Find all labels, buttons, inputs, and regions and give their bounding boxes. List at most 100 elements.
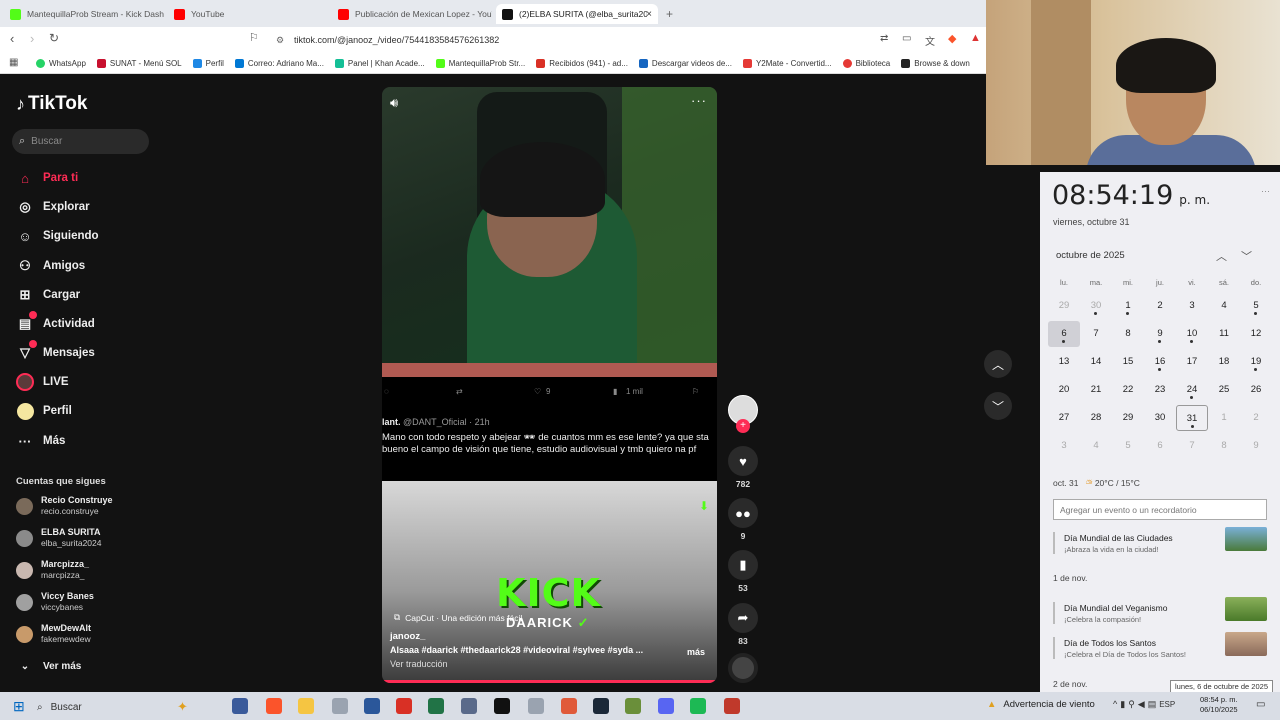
taskbar-weather[interactable]: ▲ Advertencia de viento bbox=[987, 699, 1095, 710]
bookmark-item[interactable]: WhatsApp bbox=[36, 58, 86, 68]
calendar-day[interactable]: 28 bbox=[1080, 405, 1112, 431]
chevron-up-icon[interactable]: ︿ bbox=[1216, 251, 1241, 263]
share-button[interactable]: ➦ 83 bbox=[728, 603, 758, 646]
followed-account[interactable]: Marcpizza_ marcpizza_ bbox=[16, 559, 89, 581]
bookmark-item[interactable]: Browse & down bbox=[901, 58, 970, 68]
bookmark-icon[interactable]: ⚐ bbox=[249, 31, 259, 44]
windows-start-icon[interactable]: ⊞ bbox=[13, 698, 25, 715]
browser-tab-active[interactable]: (2)ELBA SURITA (@elba_surita20 × bbox=[496, 4, 658, 24]
save-button[interactable]: ▮ 53 bbox=[728, 550, 758, 593]
bookmark-item[interactable]: SUNAT - Menú SOL bbox=[96, 58, 182, 68]
notifications-icon[interactable]: ▭ bbox=[1256, 699, 1265, 710]
volume-icon[interactable]: 🔊︎ bbox=[390, 95, 398, 111]
followed-account[interactable]: ELBA SURITA elba_surita2024 bbox=[16, 527, 102, 549]
calendar-day[interactable]: 6 bbox=[1144, 433, 1176, 459]
calendar-day[interactable]: 9 bbox=[1240, 433, 1272, 459]
video-progress-bar[interactable] bbox=[382, 680, 717, 683]
site-settings-icon[interactable]: ⚙ bbox=[276, 35, 284, 46]
calendar-day[interactable]: 30 bbox=[1144, 405, 1176, 431]
calendar-day[interactable]: 21 bbox=[1080, 377, 1112, 403]
calendar-day[interactable]: 3 bbox=[1048, 433, 1080, 459]
bookmark-item[interactable]: MantequillaProb Str... bbox=[435, 58, 525, 68]
nav-siguiendo[interactable]: ☺ Siguiendo bbox=[16, 227, 98, 245]
calendar-day[interactable]: 7 bbox=[1080, 321, 1112, 347]
calendar-day[interactable]: 7 bbox=[1176, 433, 1208, 459]
nav-para-ti[interactable]: ⌂ Para ti bbox=[16, 169, 78, 187]
calendar-day[interactable]: 18 bbox=[1208, 349, 1240, 375]
calendar-day[interactable]: 20 bbox=[1048, 377, 1080, 403]
calendar-day[interactable]: 4 bbox=[1208, 293, 1240, 319]
calendar-day[interactable]: 27 bbox=[1048, 405, 1080, 431]
app-icon[interactable] bbox=[724, 698, 740, 714]
calculator-icon[interactable] bbox=[461, 698, 477, 714]
steam-icon[interactable] bbox=[593, 698, 609, 714]
calendar-day[interactable]: 2 bbox=[1240, 405, 1272, 431]
capcut-icon[interactable] bbox=[494, 698, 510, 714]
calendar-day[interactable]: 5 bbox=[1240, 293, 1272, 319]
url-field[interactable]: ⚙ tiktok.com/@janooz_/video/754418358457… bbox=[270, 30, 970, 50]
new-tab-button[interactable]: + bbox=[660, 4, 680, 24]
translate-icon[interactable]: 文 bbox=[925, 33, 935, 48]
browser-tab[interactable]: Publicación de Mexican Lopez - YouT bbox=[332, 4, 492, 24]
nav-mensajes[interactable]: ▽ Mensajes bbox=[16, 340, 95, 362]
creator-avatar-button[interactable]: + bbox=[728, 395, 758, 433]
excel-icon[interactable] bbox=[428, 698, 444, 714]
tiktok-logo[interactable]: ♪ TikTok bbox=[16, 93, 87, 115]
browser-tab[interactable]: YouTube bbox=[168, 4, 328, 24]
capcut-banner[interactable]: ⧉ CapCut · Una edición más fácil bbox=[394, 612, 522, 623]
calendar-day[interactable]: 23 bbox=[1144, 377, 1176, 403]
calendar-day[interactable]: 29 bbox=[1048, 293, 1080, 319]
extension-icon[interactable]: ⇄ bbox=[880, 33, 888, 44]
nav-amigos[interactable]: ⚇ Amigos bbox=[16, 257, 85, 275]
calendar-day[interactable]: 26 bbox=[1240, 377, 1272, 403]
calendar-day[interactable]: 30 bbox=[1080, 293, 1112, 319]
video-author[interactable]: janooz_ bbox=[390, 631, 425, 642]
calendar-day[interactable]: 10 bbox=[1176, 321, 1208, 347]
taskbar-clock[interactable]: 08:54 p. m. 06/10/2025 bbox=[1200, 695, 1238, 715]
close-tab-icon[interactable]: × bbox=[646, 9, 652, 20]
browser-tab[interactable]: MantequillaProb Stream - Kick Dash bbox=[4, 4, 164, 24]
bookmark-item[interactable]: Biblioteca bbox=[842, 58, 890, 68]
calendar-event[interactable]: Día Mundial de las Ciudades ¡Abraza la v… bbox=[1064, 527, 1267, 554]
nav-perfil[interactable]: Perfil bbox=[16, 402, 72, 420]
calendar-day[interactable]: 29 bbox=[1112, 405, 1144, 431]
reload-icon[interactable]: ↻ bbox=[49, 31, 59, 45]
folder-icon[interactable] bbox=[298, 698, 314, 714]
cast-icon[interactable]: ▭ bbox=[902, 33, 911, 44]
music-disc-button[interactable] bbox=[728, 653, 758, 683]
bookmark-item[interactable]: Correo: Adriano Ma... bbox=[234, 58, 324, 68]
brave-shield-icon[interactable]: ◆ bbox=[948, 32, 956, 45]
add-event-input[interactable]: Agregar un evento o un recordatorio bbox=[1053, 499, 1267, 520]
bookmark-item[interactable]: Y2Mate - Convertid... bbox=[742, 58, 832, 68]
calendar-day[interactable]: 13 bbox=[1048, 349, 1080, 375]
comment-button[interactable]: ●● 9 bbox=[728, 498, 758, 541]
see-more-button[interactable]: ⌄ Ver más bbox=[16, 657, 82, 675]
search-input[interactable]: ⌕ Buscar bbox=[12, 129, 149, 154]
nav-live[interactable]: LIVE bbox=[16, 373, 69, 391]
task-view-icon[interactable] bbox=[232, 698, 248, 714]
calendar-day[interactable]: 17 bbox=[1176, 349, 1208, 375]
calendar-day[interactable]: 8 bbox=[1112, 321, 1144, 347]
calendar-day[interactable]: 9 bbox=[1144, 321, 1176, 347]
calendar-day[interactable]: 24 bbox=[1176, 377, 1208, 403]
calendar-day[interactable]: 25 bbox=[1208, 377, 1240, 403]
followed-account[interactable]: Recio Construye recio.construye bbox=[16, 495, 113, 517]
nav-cargar[interactable]: ⊞ Cargar bbox=[16, 286, 81, 304]
next-video-button[interactable]: ﹀ bbox=[984, 392, 1012, 420]
calendar-day[interactable]: 15 bbox=[1112, 349, 1144, 375]
nav-actividad[interactable]: ▤ Actividad bbox=[16, 311, 95, 333]
followed-account[interactable]: MewDewAlt fakemewdew bbox=[16, 623, 91, 645]
forward-icon[interactable]: › bbox=[30, 31, 34, 46]
previous-video-button[interactable]: ︿ bbox=[984, 350, 1012, 378]
see-translation-link[interactable]: Ver traducción bbox=[390, 659, 448, 669]
follow-plus-icon[interactable]: + bbox=[736, 419, 750, 433]
calendar-day[interactable]: 12 bbox=[1240, 321, 1272, 347]
chevron-down-icon[interactable]: ﹀ bbox=[1241, 251, 1266, 263]
expand-icon[interactable]: ··· bbox=[1261, 186, 1270, 196]
calendar-event[interactable]: Día de Todos los Santos ¡Celebra el Día … bbox=[1064, 632, 1267, 659]
nav-mas[interactable]: ··· Más bbox=[16, 432, 66, 450]
calendar-day[interactable]: 16 bbox=[1144, 349, 1176, 375]
pdf-icon[interactable] bbox=[396, 698, 412, 714]
calendar-day[interactable]: 2 bbox=[1144, 293, 1176, 319]
video-player[interactable]: 🔊︎ ··· ◌ ⇄ ♡ 9 ▮ 1 mil ⚐ lant. @DANT_Ofi… bbox=[382, 87, 717, 683]
